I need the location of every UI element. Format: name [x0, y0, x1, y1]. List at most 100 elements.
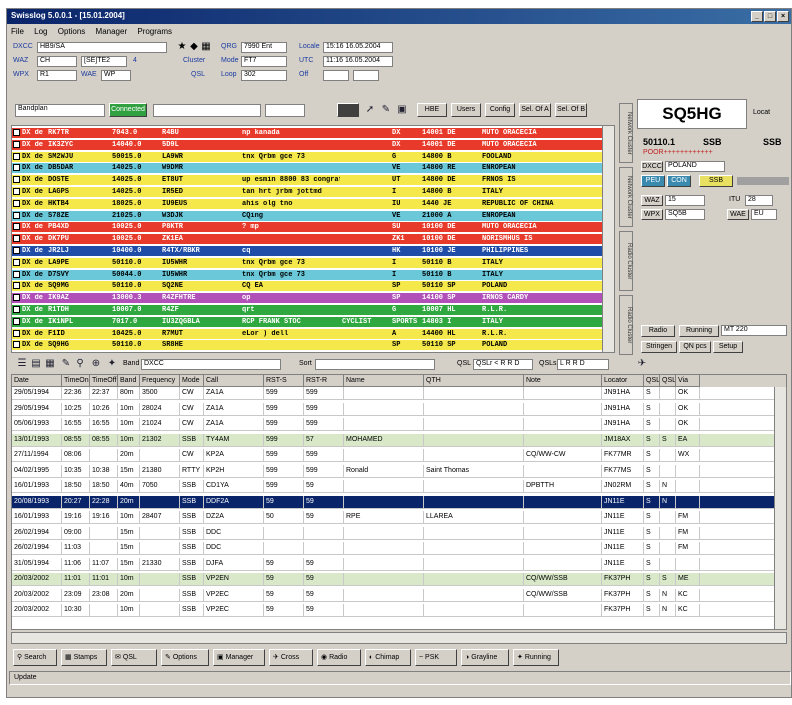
cluster-row[interactable]: DX de DOSTE 14025.0 ET8UT up esmin 8800 83 c… [12, 175, 602, 186]
edit-icon[interactable]: ✎ [59, 357, 73, 371]
cluster-row[interactable]: DX de JR2LJ 10400.0 R4TX/RBKR cq HK 10100 JE PH… [12, 246, 602, 256]
side-tab-4[interactable]: Radio Cluster [619, 295, 633, 355]
radio-button[interactable]: Radio [641, 325, 675, 337]
sel-b-button[interactable]: Sel. Of B [555, 103, 587, 117]
cluster-row[interactable]: DX de DK7PU 10025.0 ZK1EA ZK1 10100 DE NORISMH… [12, 234, 602, 245]
chimap-button[interactable]: ◐ Chimap [365, 649, 411, 666]
running-value[interactable]: MT 220 [721, 325, 787, 336]
cluster-row[interactable]: DX de SQ9MG 50110.0 SQ2NE CQ EA SP 50110 SP POL… [12, 281, 602, 292]
cluster-row[interactable]: DX de SQ9HG 50110.0 SR8HE SP 50110 SP POLAND [12, 340, 602, 351]
cluster-row[interactable]: DX de DB5DAR 14025.0 W9DMR VE 14800 RE ENROPEA… [12, 163, 602, 174]
qrg-field[interactable]: 7990 Ent [241, 42, 287, 53]
column-header[interactable]: Frequency [140, 375, 180, 387]
connected-button[interactable]: Connected [109, 103, 147, 117]
globe-icon[interactable]: ⊕ [89, 357, 103, 371]
close-button[interactable]: × [777, 11, 789, 22]
log-vertical-scrollbar[interactable] [774, 387, 786, 629]
cluster-row[interactable]: DX de IK1NPL 7017.0 IU3ZQGBLA RCP FRANK STOC… [12, 316, 602, 327]
cluster-row[interactable]: DX de R1TDH 10007.0 R4ZF qrt G 10007 HL R.L.R. [12, 305, 602, 315]
menu-options[interactable]: Options [58, 27, 86, 36]
menu-manager[interactable]: Manager [96, 27, 128, 36]
column-header[interactable]: QSL-R [660, 375, 676, 387]
running-button[interactable]: Running [679, 325, 719, 337]
psk-button[interactable]: ~ PSK [415, 649, 457, 666]
log-row[interactable]: 27/11/1994 08:06 20m CW KP2A 599 599 CQ/WW-CW FK… [12, 449, 776, 462]
cluster-input[interactable] [153, 104, 261, 117]
wae-button[interactable]: WAE [727, 209, 749, 220]
cluster-scrollbar[interactable] [602, 126, 614, 352]
cluster-spot-list[interactable]: DX de RK7TR 7043.0 R4BU np kanada DX 14001 DE M… [11, 125, 615, 353]
radio-icon[interactable]: ▦ [199, 40, 213, 54]
log-row[interactable]: 26/02/1994 11:03 15m SSB DDC JN11E S FM [12, 542, 776, 555]
cluster-row[interactable]: DX de SM2WJU 50015.0 LA9WR tnx Qrbm gce 73 G 1… [12, 151, 602, 162]
log-row[interactable]: 16/01/1993 19:16 19:16 10m 28407 SSB DZ2A 50 59 R… [12, 511, 776, 524]
cluster-row[interactable]: DX de LAGPS 14025.0 IR5ED tan hrt jrbm jottm… [12, 187, 602, 197]
side-tab-2[interactable]: Network Cluster [619, 167, 633, 227]
log-row[interactable]: 26/02/1994 09:00 15m SSB DDC JN11E S FM [12, 526, 776, 540]
column-header[interactable]: Note [524, 375, 602, 387]
log-row[interactable]: 20/03/2002 11:01 11:01 10m SSB VP2EN 59 59 CQ/WW… [12, 573, 776, 586]
send-button[interactable] [337, 103, 359, 117]
hbe-button[interactable]: HBE [417, 103, 447, 117]
menu-log[interactable]: Log [34, 27, 47, 36]
dxcc-field[interactable]: HB9/SA [37, 42, 167, 53]
grayline-button[interactable]: ◑ Grayline [461, 649, 509, 666]
running-button[interactable]: ✦ Running [513, 649, 559, 666]
cluster-row[interactable]: DX de LA9PE 50110.0 IU5WHR tnx Qrbm gce 73 I 5… [12, 257, 602, 268]
dxcc-button[interactable]: DXCC [641, 161, 663, 172]
wpx-button[interactable]: WPX [641, 209, 663, 220]
waz-extra-field[interactable]: [SE]TE2 [81, 56, 127, 67]
arrow-icon[interactable]: ➚ [363, 103, 377, 117]
log-row[interactable]: 29/05/1994 22:36 22:37 80m 3500 CW ZA1A 599 599 J… [12, 387, 776, 400]
log-row[interactable]: 04/02/1995 10:35 10:38 15m 21380 RTTY KP2H 599 5… [12, 464, 776, 478]
users-button[interactable]: Users [451, 103, 481, 117]
column-header[interactable]: Locator [602, 375, 644, 387]
options-button[interactable]: ✎ Options [161, 649, 209, 666]
flag-icon[interactable]: ✦ [105, 357, 119, 371]
sel-a-button[interactable]: Sel. Of A [519, 103, 551, 117]
qsl-button[interactable]: ✉ QSL [111, 649, 157, 666]
log-row[interactable]: 13/01/1993 08:55 08:55 10m 21302 SSB TY4AM 599 5… [12, 433, 776, 447]
chip-ssb[interactable]: SSB [699, 175, 733, 187]
column-header[interactable]: QTH [424, 375, 524, 387]
side-tab-1[interactable]: Network Cluster [619, 103, 633, 163]
side-tab-3[interactable]: Radio Cluster [619, 231, 633, 291]
stringen-button[interactable]: Stringen [641, 341, 677, 353]
column-header[interactable]: TimeOff [90, 375, 118, 387]
wpx-field[interactable]: R1 [37, 70, 77, 81]
column-header[interactable]: RST-S [264, 375, 304, 387]
chip-con[interactable]: CON [667, 175, 691, 187]
wae-field[interactable]: WP [101, 70, 131, 81]
cluster-row[interactable]: DX de IK9AZ 13000.3 R4ZFHTRE op SP 14100 SP IRN… [12, 293, 602, 304]
sort-select[interactable] [315, 359, 435, 370]
column-header[interactable]: QSL-S [644, 375, 660, 387]
qsl-link[interactable]: QSL [191, 71, 205, 78]
table-icon[interactable]: ▦ [43, 357, 57, 371]
log-row[interactable]: 16/01/1993 18:50 18:50 40m 7050 SSB CD1YA 599 59… [12, 480, 776, 493]
menu-file[interactable]: File [11, 27, 24, 36]
waz-button[interactable]: WAZ [641, 195, 663, 206]
log-row[interactable]: 29/05/1994 10:25 10:26 10m 28024 CW ZA1A 599 599… [12, 402, 776, 416]
cluster-row[interactable]: DX de RK7TR 7043.0 R4BU np kanada DX 14001 DE M… [12, 128, 602, 138]
list-icon[interactable]: ☰ [15, 357, 29, 371]
column-header[interactable]: TimeOn [62, 375, 90, 387]
qsls-filter[interactable]: L R R D [557, 359, 609, 370]
radio-button[interactable]: ◉ Radio [317, 649, 361, 666]
log-row[interactable]: 31/05/1994 11:06 11:07 15m 21330 SSB DJFA 59 59 J… [12, 557, 776, 571]
log-horizontal-scrollbar[interactable] [11, 632, 787, 644]
config-button[interactable]: Config [485, 103, 515, 117]
waz-field[interactable]: CH [37, 56, 77, 67]
search-button[interactable]: ⚲ Search [13, 649, 57, 666]
pencil-icon[interactable]: ✎ [379, 103, 393, 117]
cluster-row[interactable]: DX de D7SVY 50044.0 IU5WHR tnx Qrbm gce 73 I 5… [12, 269, 602, 280]
cluster-row[interactable]: DX de HKTB4 18025.0 IU9EUS ahis olg tno IU 144… [12, 198, 602, 209]
bandplan-select[interactable]: Bandplan [15, 104, 105, 117]
manager-button[interactable]: ▣ Manager [213, 649, 265, 666]
log-row[interactable]: 05/06/1993 16:55 16:55 10m 21024 CW ZA1A 599 599… [12, 418, 776, 431]
column-header[interactable]: Call [204, 375, 264, 387]
cluster-row[interactable]: DX de F1ID 10425.0 R7MUT eLor ) dell A 14400 H… [12, 328, 602, 339]
stamps-button[interactable]: ▦ Stamps [61, 649, 107, 666]
qn-button[interactable]: QN pcs [679, 341, 711, 353]
grid-icon[interactable]: ▤ [29, 357, 43, 371]
cluster-row[interactable]: DX de S78ZE 21025.0 W3DJK CQing VE 21000 A ENRO… [12, 210, 602, 221]
